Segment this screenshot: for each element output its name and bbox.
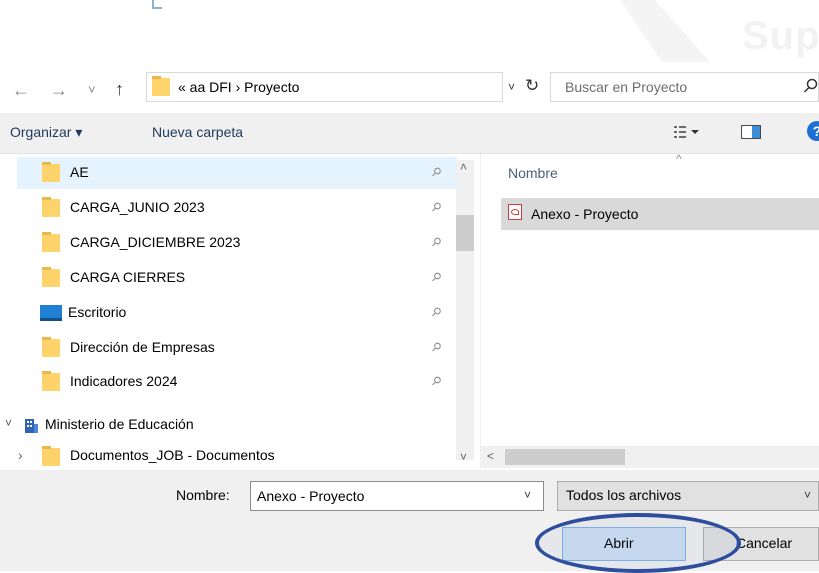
nav-pane-scrollbar-thumb[interactable] — [456, 215, 474, 251]
back-button[interactable]: ← — [12, 80, 30, 100]
annotation-highlight-ellipse — [535, 513, 741, 573]
folder-icon — [42, 446, 60, 466]
file-name[interactable]: Anexo - Proyecto — [531, 206, 638, 222]
nav-item-ministerio-de-educacion[interactable]: ˅ Ministerio de Educación — [0, 409, 460, 441]
expand-chevron-icon[interactable]: ˅ — [5, 416, 12, 430]
nav-item-carga-junio-2023[interactable]: CARGA_JUNIO 2023 ⚲ — [0, 192, 460, 224]
desktop-icon — [40, 305, 62, 321]
file-type-dropdown-icon[interactable]: ˅ — [804, 488, 811, 502]
nav-item-label: Documentos_JOB - Documentos — [70, 447, 275, 463]
nav-item-indicadores-2024[interactable]: Indicadores 2024 ⚲ — [0, 366, 460, 398]
arrow-left-icon: ← — [12, 80, 30, 100]
search-icon[interactable] — [803, 78, 819, 94]
new-folder-button[interactable]: Nueva carpeta — [152, 124, 243, 140]
sort-ascending-icon: ^ — [676, 152, 682, 166]
pin-icon[interactable]: ⚲ — [428, 339, 444, 355]
folder-icon — [42, 267, 60, 287]
recent-locations-button[interactable]: ˅ — [88, 80, 96, 100]
nav-item-label: AE — [70, 164, 89, 180]
pane-divider[interactable] — [480, 154, 481, 470]
pin-icon[interactable]: ⚲ — [428, 234, 444, 250]
preview-pane-icon[interactable] — [741, 125, 761, 139]
pdf-icon — [508, 204, 522, 220]
nav-item-carga-diciembre-2023[interactable]: CARGA_DICIEMBRE 2023 ⚲ — [0, 227, 460, 259]
folder-icon — [42, 371, 60, 391]
refresh-icon[interactable]: ↻ — [525, 76, 539, 96]
nav-item-direccion-de-empresas[interactable]: Dirección de Empresas ⚲ — [0, 332, 460, 364]
view-options-icon[interactable] — [674, 125, 702, 139]
folder-icon — [42, 337, 60, 357]
partial-frame-fragment — [152, 0, 162, 9]
pin-icon[interactable]: ⚲ — [428, 269, 444, 285]
scroll-down-icon[interactable]: ˅ — [460, 450, 467, 464]
arrow-right-icon: → — [50, 80, 68, 100]
pin-icon[interactable]: ⚲ — [428, 373, 444, 389]
scroll-up-icon[interactable]: ˄ — [460, 160, 467, 174]
nav-item-ae[interactable]: AE ⚲ — [0, 157, 460, 189]
nav-item-escritorio[interactable]: Escritorio ⚲ — [0, 297, 460, 329]
collapse-chevron-icon[interactable]: › — [18, 447, 23, 463]
pin-icon[interactable]: ⚲ — [428, 304, 444, 320]
chevron-down-icon: ˅ — [88, 82, 96, 97]
building-icon — [25, 419, 38, 433]
nav-item-label: CARGA_JUNIO 2023 — [70, 199, 205, 215]
nav-item-label: CARGA_DICIEMBRE 2023 — [70, 234, 241, 250]
pin-icon[interactable]: ⚲ — [428, 164, 444, 180]
nav-item-documentos-job[interactable]: › Documentos_JOB - Documentos — [0, 441, 460, 473]
folder-icon — [42, 162, 60, 182]
nav-item-label: Escritorio — [68, 304, 127, 320]
folder-icon — [42, 232, 60, 252]
search-placeholder[interactable]: Buscar en Proyecto — [565, 79, 687, 95]
arrow-up-icon: ↑ — [115, 79, 124, 99]
address-dropdown-icon[interactable]: ˅ — [508, 80, 515, 94]
file-name-dropdown-icon[interactable]: ˅ — [524, 488, 531, 502]
folder-icon — [42, 197, 60, 217]
forward-button[interactable]: → — [50, 80, 68, 100]
nav-item-carga-cierres[interactable]: CARGA CIERRES ⚲ — [0, 262, 460, 294]
watermark-shape — [620, 0, 710, 62]
nav-item-label: Indicadores 2024 — [70, 373, 178, 389]
address-folder-icon — [152, 76, 170, 96]
file-name-value[interactable]: Anexo - Proyecto — [257, 488, 364, 504]
file-name-label: Nombre: — [176, 487, 230, 503]
nav-item-label: Dirección de Empresas — [70, 339, 215, 355]
address-path[interactable]: « aa DFI › Proyecto — [178, 79, 299, 95]
pin-icon[interactable]: ⚲ — [428, 199, 444, 215]
file-type-value[interactable]: Todos los archivos — [566, 487, 681, 503]
cancel-button-label[interactable]: Cancelar — [736, 535, 792, 551]
organize-menu-button[interactable]: Organizar ▾ — [10, 124, 82, 141]
nav-item-label: CARGA CIERRES — [70, 269, 186, 285]
horizontal-scrollbar-thumb[interactable] — [505, 449, 625, 465]
nav-item-label: Ministerio de Educación — [45, 416, 194, 432]
column-header-name[interactable]: Nombre — [508, 165, 558, 181]
scroll-left-icon[interactable]: < — [487, 449, 494, 463]
nav-pane-scrollbar[interactable] — [456, 160, 474, 460]
up-button[interactable]: ↑ — [115, 79, 124, 99]
watermark-text: Sup — [742, 14, 819, 58]
